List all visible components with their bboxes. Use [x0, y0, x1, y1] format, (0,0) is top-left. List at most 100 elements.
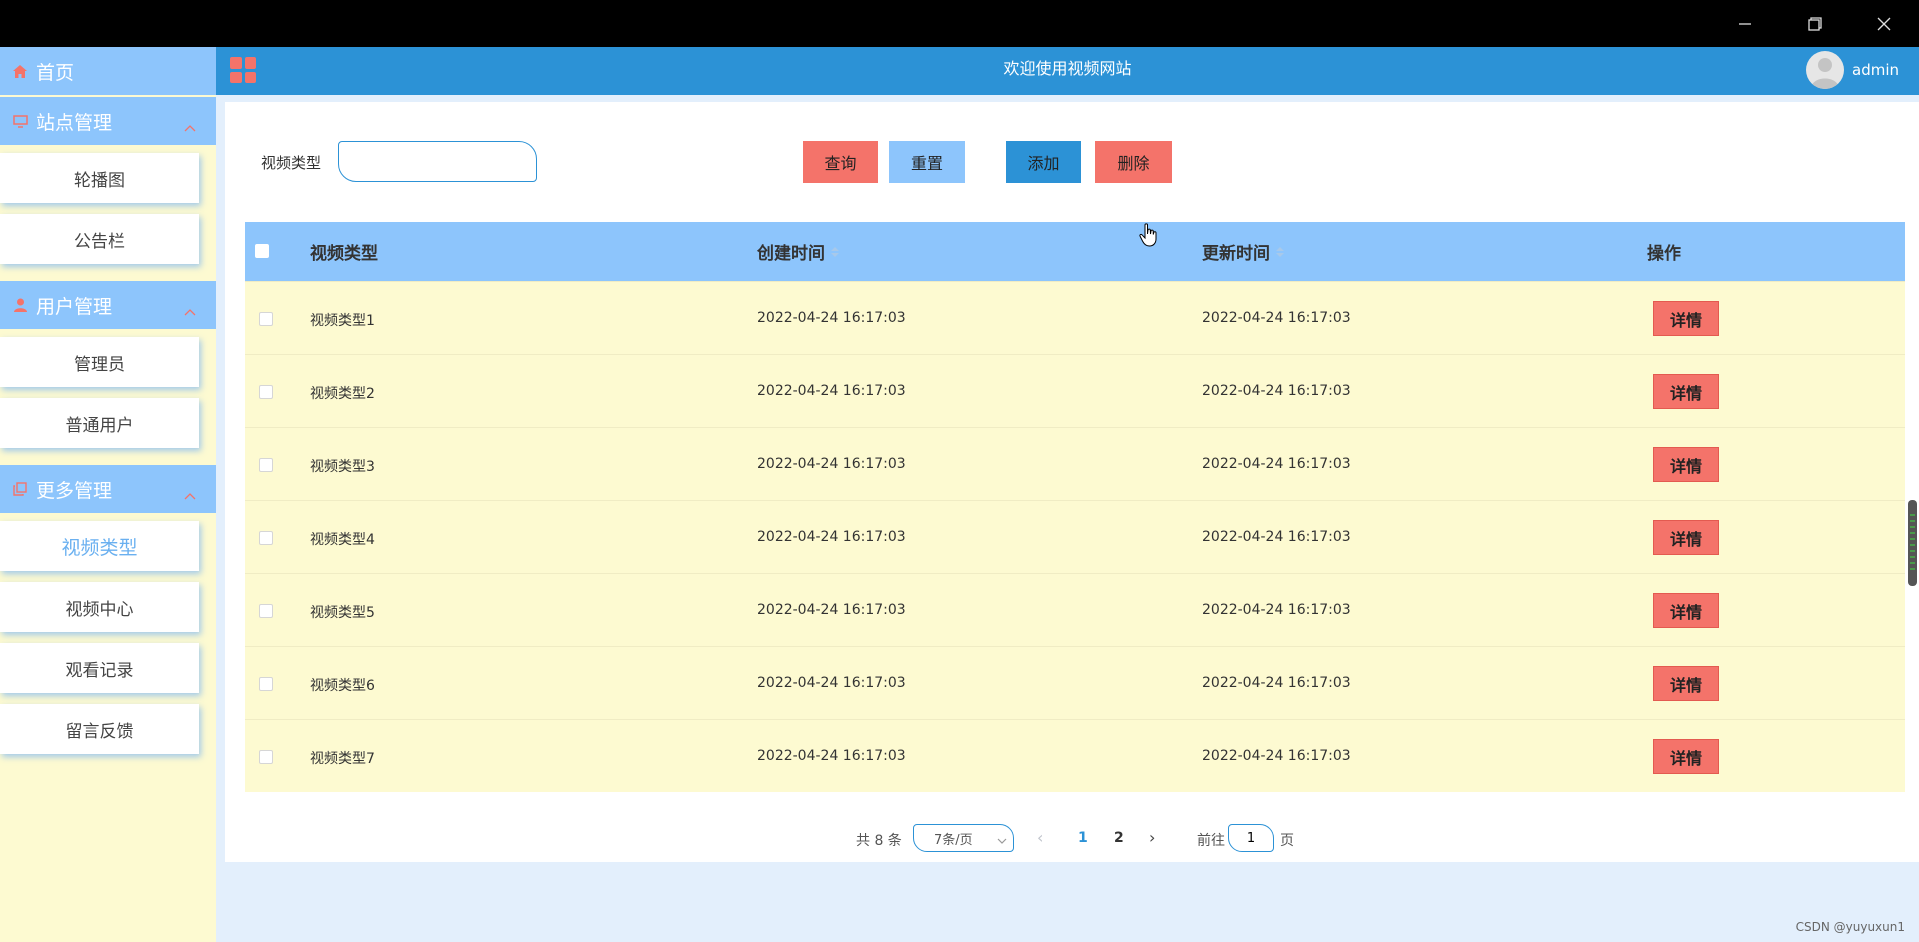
- cell-type: 视频类型7: [310, 751, 375, 767]
- cell-created: 2022-04-24 16:17:03: [757, 529, 906, 545]
- sidebar-item-label: 首页: [36, 61, 75, 84]
- query-button[interactable]: 查询: [803, 141, 878, 183]
- sidebar-group-site[interactable]: 站点管理: [0, 97, 216, 145]
- user-icon: [12, 297, 28, 313]
- table-row: 视频类型6 2022-04-24 16:17:03 2022-04-24 16:17…: [245, 646, 1905, 719]
- user-menu[interactable]: admin: [1806, 51, 1899, 89]
- detail-button[interactable]: 详情: [1653, 520, 1719, 555]
- delete-button[interactable]: 删除: [1095, 141, 1172, 183]
- row-checkbox[interactable]: [259, 750, 273, 764]
- reset-button[interactable]: 重置: [889, 141, 965, 183]
- goto-page-input[interactable]: [1228, 824, 1274, 852]
- table-row: 视频类型7 2022-04-24 16:17:03 2022-04-24 16:17…: [245, 719, 1905, 792]
- sidebar-item-feedback[interactable]: 留言反馈: [0, 704, 199, 754]
- row-checkbox[interactable]: [259, 458, 273, 472]
- sidebar-group-user[interactable]: 用户管理: [0, 281, 216, 329]
- cell-created: 2022-04-24 16:17:03: [757, 675, 906, 691]
- watermark: CSDN @yuyuxun1: [1795, 920, 1905, 934]
- pagination-total: 共 8 条: [856, 833, 902, 849]
- sort-icon[interactable]: [1276, 246, 1284, 257]
- page-number-2[interactable]: 2: [1114, 830, 1124, 846]
- cell-type: 视频类型5: [310, 605, 375, 621]
- sidebar-item-users[interactable]: 普通用户: [0, 398, 199, 448]
- copy-icon: [12, 481, 28, 497]
- chevron-up-icon: [184, 299, 196, 321]
- table-row: 视频类型3 2022-04-24 16:17:03 2022-04-24 16:17…: [245, 427, 1905, 500]
- row-checkbox[interactable]: [259, 531, 273, 545]
- cell-updated: 2022-04-24 16:17:03: [1202, 529, 1351, 545]
- grid-menu-icon[interactable]: [230, 57, 256, 83]
- sidebar-group-items: 轮播图 公告栏: [0, 145, 216, 279]
- cell-type: 视频类型1: [310, 313, 375, 329]
- sidebar-group-more[interactable]: 更多管理: [0, 465, 216, 513]
- sidebar-item-admin[interactable]: 管理员: [0, 337, 199, 387]
- sidebar-group-label: 站点管理: [36, 111, 113, 134]
- sidebar-item-notice[interactable]: 公告栏: [0, 214, 199, 264]
- sidebar-item-video-center[interactable]: 视频中心: [0, 582, 199, 632]
- cell-created: 2022-04-24 16:17:03: [757, 310, 906, 326]
- sidebar-item-watch-history[interactable]: 观看记录: [0, 643, 199, 693]
- cell-created: 2022-04-24 16:17:03: [757, 456, 906, 472]
- detail-button[interactable]: 详情: [1653, 374, 1719, 409]
- sidebar-item-carousel[interactable]: 轮播图: [0, 153, 199, 203]
- sidebar-item-video-type[interactable]: 视频类型: [0, 521, 199, 571]
- cell-type: 视频类型2: [310, 386, 375, 402]
- column-header-actions: 操作: [1647, 244, 1681, 264]
- cell-created: 2022-04-24 16:17:03: [757, 602, 906, 618]
- goto-label: 前往: [1197, 833, 1225, 849]
- cell-updated: 2022-04-24 16:17:03: [1202, 383, 1351, 399]
- username: admin: [1852, 61, 1899, 79]
- pagination: 共 8 条 7条/页 ‹ 1 2 › 前往 页: [225, 824, 1919, 854]
- window-title-bar: [0, 0, 1919, 47]
- row-checkbox[interactable]: [259, 677, 273, 691]
- table-row: 视频类型4 2022-04-24 16:17:03 2022-04-24 16:17…: [245, 500, 1905, 573]
- content-card: 视频类型 查询 重置 添加 删除 视频类型 创建时间 更新时间 操作 视频类型1…: [225, 102, 1919, 862]
- search-label: 视频类型: [261, 154, 322, 172]
- add-button[interactable]: 添加: [1006, 141, 1081, 183]
- sidebar-group-items: 管理员 普通用户: [0, 329, 216, 463]
- page-size-value: 7条/页: [934, 832, 973, 848]
- site-title: 欢迎使用视频网站: [1003, 59, 1132, 78]
- column-header-updated[interactable]: 更新时间: [1202, 239, 1284, 264]
- page-size-select[interactable]: 7条/页: [913, 824, 1014, 852]
- row-checkbox[interactable]: [259, 312, 273, 326]
- scrollbar-thumb[interactable]: [1908, 500, 1917, 586]
- cell-updated: 2022-04-24 16:17:03: [1202, 602, 1351, 618]
- select-all-checkbox[interactable]: [255, 244, 269, 258]
- goto-suffix: 页: [1280, 833, 1294, 849]
- minimize-icon[interactable]: [1717, 0, 1773, 47]
- detail-button[interactable]: 详情: [1653, 447, 1719, 482]
- detail-button[interactable]: 详情: [1653, 739, 1719, 774]
- close-icon[interactable]: [1856, 0, 1912, 47]
- column-header-type: 视频类型: [310, 244, 378, 264]
- table-header: 视频类型 创建时间 更新时间 操作: [245, 222, 1905, 281]
- sidebar-group-items: 视频类型 视频中心 观看记录 留言反馈: [0, 513, 216, 769]
- cell-created: 2022-04-24 16:17:03: [757, 748, 906, 764]
- table-body: 视频类型1 2022-04-24 16:17:03 2022-04-24 16:17…: [245, 281, 1905, 792]
- next-page-icon[interactable]: ›: [1149, 828, 1155, 847]
- detail-button[interactable]: 详情: [1653, 301, 1719, 336]
- restore-icon[interactable]: [1787, 0, 1843, 47]
- cell-updated: 2022-04-24 16:17:03: [1202, 310, 1351, 326]
- chevron-up-icon: [184, 115, 196, 137]
- table-row: 视频类型2 2022-04-24 16:17:03 2022-04-24 16:17…: [245, 354, 1905, 427]
- cell-created: 2022-04-24 16:17:03: [757, 383, 906, 399]
- column-header-created[interactable]: 创建时间: [757, 239, 839, 264]
- table-row: 视频类型1 2022-04-24 16:17:03 2022-04-24 16:17…: [245, 281, 1905, 354]
- prev-page-icon[interactable]: ‹: [1037, 828, 1043, 847]
- sidebar-item-home[interactable]: 首页: [0, 47, 216, 95]
- row-checkbox[interactable]: [259, 604, 273, 618]
- sort-icon[interactable]: [831, 246, 839, 257]
- table-row: 视频类型5 2022-04-24 16:17:03 2022-04-24 16:17…: [245, 573, 1905, 646]
- page-number-1[interactable]: 1: [1078, 830, 1088, 846]
- sidebar-group-label: 更多管理: [36, 479, 113, 502]
- cell-type: 视频类型3: [310, 459, 375, 475]
- detail-button[interactable]: 详情: [1653, 593, 1719, 628]
- row-checkbox[interactable]: [259, 385, 273, 399]
- detail-button[interactable]: 详情: [1653, 666, 1719, 701]
- sidebar-group-label: 用户管理: [36, 295, 113, 318]
- video-type-table: 视频类型 创建时间 更新时间 操作 视频类型1 2022-04-24 16:17:…: [245, 222, 1905, 792]
- avatar: [1806, 51, 1844, 89]
- cell-updated: 2022-04-24 16:17:03: [1202, 675, 1351, 691]
- video-type-search-input[interactable]: [338, 141, 537, 182]
